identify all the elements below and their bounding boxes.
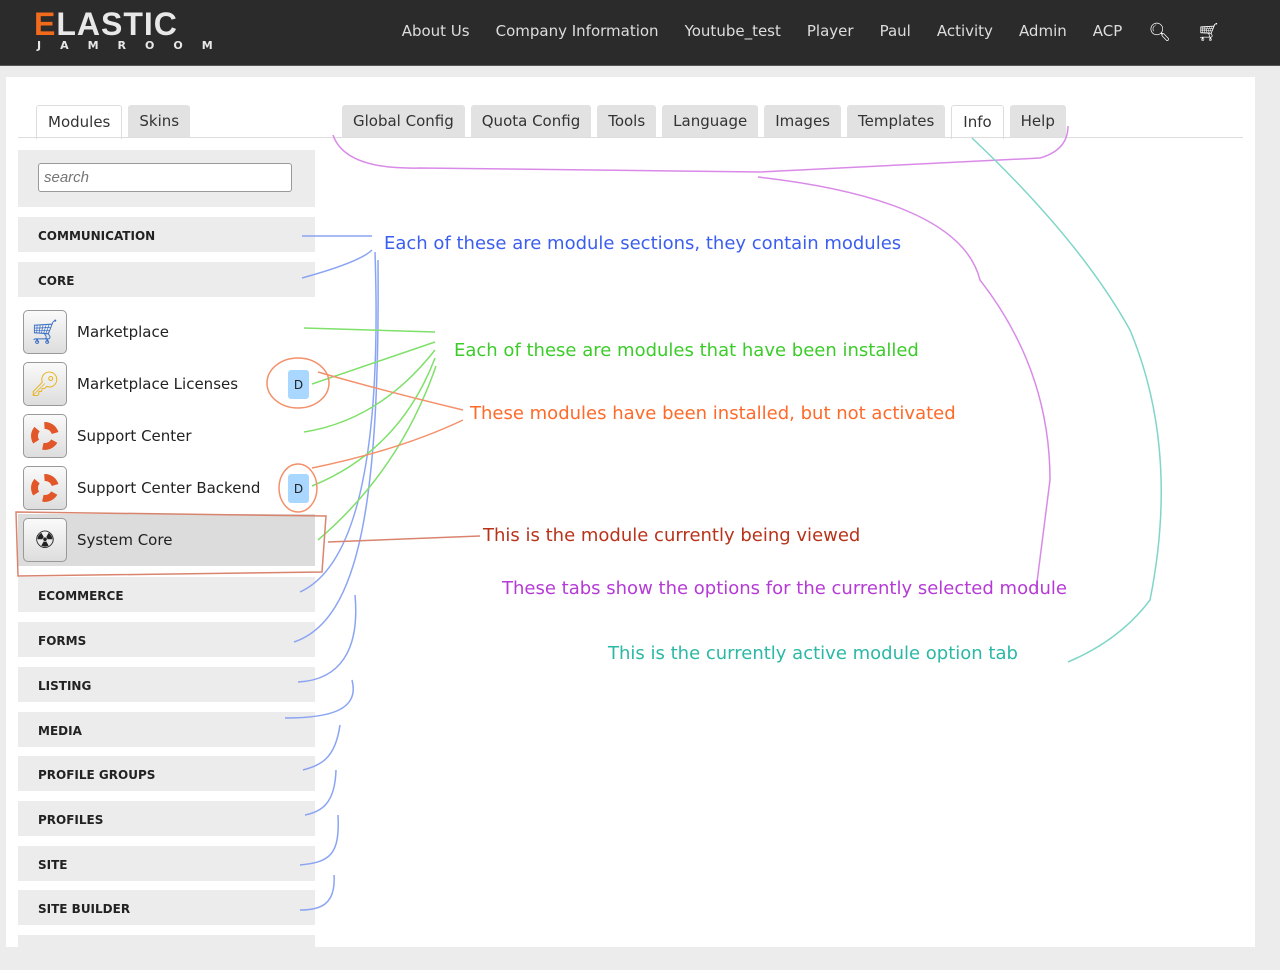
annotation-module-sections: Each of these are module sections, they … xyxy=(384,233,902,254)
annotation-not-activated: These modules have been installed, but n… xyxy=(470,403,956,424)
top-navbar: ELASTIC JAMROOM About Us Company Informa… xyxy=(0,0,1280,66)
section-core[interactable]: CORE xyxy=(18,262,315,297)
tab-images[interactable]: Images xyxy=(764,105,841,138)
nav-activity[interactable]: Activity xyxy=(937,22,993,43)
tab-modules[interactable]: Modules xyxy=(36,105,123,139)
tab-templates[interactable]: Templates xyxy=(847,105,946,138)
nav-admin[interactable]: Admin xyxy=(1019,22,1067,43)
module-search xyxy=(18,150,315,207)
disabled-badge: D xyxy=(288,474,309,503)
annotation-option-tabs: These tabs show the options for the curr… xyxy=(502,578,1067,599)
module-marketplace-licenses[interactable]: 🔑︎ Marketplace Licenses D xyxy=(18,358,315,410)
section-forms[interactable]: FORMS xyxy=(18,622,315,657)
nav-paul[interactable]: Paul xyxy=(880,22,911,43)
disabled-badge: D xyxy=(288,370,309,399)
tab-tools[interactable]: Tools xyxy=(597,105,657,138)
radiation-icon: ☢︎ xyxy=(23,518,67,562)
nav-company-information[interactable]: Company Information xyxy=(496,22,659,43)
nav-about-us[interactable]: About Us xyxy=(402,22,470,43)
search-input[interactable] xyxy=(38,163,292,192)
tab-help[interactable]: Help xyxy=(1009,105,1066,138)
section-media[interactable]: MEDIA xyxy=(18,712,315,747)
tab-quota-config[interactable]: Quota Config xyxy=(470,105,592,138)
section-ecommerce[interactable]: ECOMMERCE xyxy=(18,577,315,612)
nav-player[interactable]: Player xyxy=(807,22,854,43)
search-icon[interactable]: 🔍︎ xyxy=(1148,22,1171,43)
section-profiles[interactable]: PROFILES xyxy=(18,801,315,836)
tab-skins[interactable]: Skins xyxy=(128,105,191,138)
lifebuoy-icon xyxy=(23,466,67,510)
section-listing[interactable]: LISTING xyxy=(18,667,315,702)
cart-icon[interactable]: 🛒︎ xyxy=(1197,22,1220,43)
module-system-core[interactable]: ☢︎ System Core xyxy=(18,514,315,566)
module-marketplace[interactable]: 🛒︎ Marketplace xyxy=(18,306,315,358)
section-communication[interactable]: COMMUNICATION xyxy=(18,217,315,252)
tab-global-config[interactable]: Global Config xyxy=(342,105,465,138)
section-site[interactable]: SITE xyxy=(18,846,315,881)
annotation-current-module: This is the module currently being viewe… xyxy=(483,525,861,546)
annotation-installed-modules: Each of these are modules that have been… xyxy=(454,340,919,361)
module-support-center[interactable]: Support Center xyxy=(18,410,315,462)
tab-language[interactable]: Language xyxy=(662,105,759,138)
section-profile-groups[interactable]: PROFILE GROUPS xyxy=(18,756,315,791)
main-panel: Modules Skins Global Config Quota Config… xyxy=(6,77,1255,970)
key-icon: 🔑︎ xyxy=(23,362,67,406)
nav-acp[interactable]: ACP xyxy=(1093,22,1123,43)
annotation-active-tab: This is the currently active module opti… xyxy=(608,643,1018,664)
cart-icon: 🛒︎ xyxy=(23,310,67,354)
tab-info[interactable]: Info xyxy=(951,105,1004,139)
lifebuoy-icon xyxy=(23,414,67,458)
nav-youtube-test[interactable]: Youtube_test xyxy=(685,22,781,43)
logo[interactable]: ELASTIC JAMROOM xyxy=(34,8,232,52)
section-more[interactable] xyxy=(18,935,315,970)
module-support-center-backend[interactable]: Support Center Backend D xyxy=(18,462,315,514)
section-site-builder[interactable]: SITE BUILDER xyxy=(18,890,315,925)
tab-divider xyxy=(18,137,1243,138)
